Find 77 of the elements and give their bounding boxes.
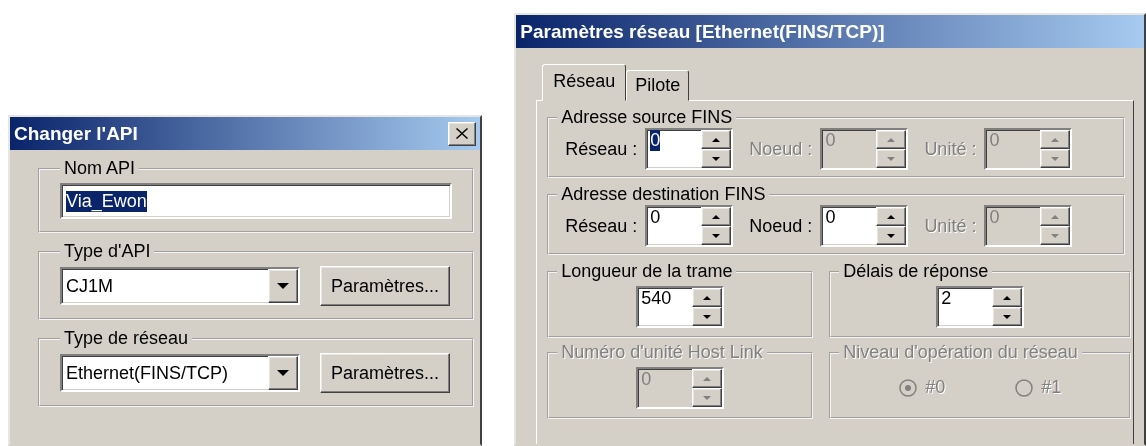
down-arrow-icon <box>1051 156 1060 161</box>
up-arrow-icon <box>703 295 712 300</box>
spin-box[interactable]: 0 <box>820 205 909 247</box>
spin-value: 0 <box>825 130 836 151</box>
spin-box[interactable]: 0 <box>645 205 734 247</box>
radio-label: #1 <box>1041 377 1062 398</box>
down-arrow-icon <box>712 233 721 238</box>
spin-value: 0 <box>989 207 1000 228</box>
down-arrow-icon <box>703 314 712 319</box>
down-arrow-icon <box>887 233 896 238</box>
group-label: Niveau d'opération du réseau <box>842 342 1079 363</box>
tab[interactable]: Réseau <box>542 64 627 101</box>
spin-down-button[interactable] <box>692 307 723 326</box>
caret-icon <box>277 370 289 376</box>
spin-value: 0 <box>989 130 1000 151</box>
up-arrow-icon <box>712 137 721 142</box>
tab[interactable]: Pilote <box>626 70 690 101</box>
window-title: Paramètres réseau [Ethernet(FINS/TCP)] <box>520 20 885 43</box>
close-icon <box>456 128 469 139</box>
group-label: Adresse destination FINS <box>560 184 767 205</box>
field-label: Noeud : <box>749 215 813 237</box>
down-arrow-icon <box>712 156 721 161</box>
dropdown[interactable]: CJ1M <box>60 267 300 305</box>
group-label: Longueur de la trame <box>560 261 734 282</box>
spin-up-button[interactable] <box>692 288 723 307</box>
close-button[interactable] <box>448 121 477 146</box>
up-arrow-icon <box>703 376 712 381</box>
spin-down-button[interactable] <box>876 226 907 245</box>
spin-down-button[interactable] <box>701 149 732 168</box>
group-label: Adresse source FINS <box>560 107 734 128</box>
settings-button[interactable]: Paramètres... <box>320 353 451 393</box>
field-value: Via_Ewon <box>66 190 147 212</box>
field-label: Unité : <box>924 138 977 160</box>
up-arrow-icon <box>887 137 896 142</box>
dropdown-value: Ethernet(FINS/TCP) <box>66 362 229 384</box>
field-label: Réseau : <box>565 215 638 237</box>
up-arrow-icon <box>1003 295 1012 300</box>
down-arrow-icon <box>1003 314 1012 319</box>
field-label: Unité : <box>924 215 977 237</box>
up-arrow-icon <box>1051 214 1060 219</box>
dropdown-button[interactable] <box>268 356 298 390</box>
up-arrow-icon <box>887 214 896 219</box>
spin-up-button[interactable] <box>876 207 907 226</box>
spin-value: 0 <box>650 130 661 151</box>
spin-down-button[interactable] <box>701 226 732 245</box>
field-label: Noeud : <box>749 138 813 160</box>
group-label: Nom API <box>63 158 137 179</box>
field-label: Réseau : <box>565 138 638 160</box>
dropdown-button[interactable] <box>268 269 298 303</box>
spin-up-button[interactable] <box>701 207 732 226</box>
spin-box[interactable]: 2 <box>936 286 1025 328</box>
radio-label: #0 <box>925 377 946 398</box>
spin-value: 0 <box>641 369 652 390</box>
dropdown-value: CJ1M <box>66 275 113 297</box>
spin-box[interactable]: 0 <box>645 128 734 170</box>
group-label: Numéro d'unité Host Link <box>560 342 764 363</box>
group-label: Type de réseau <box>63 328 190 349</box>
spin-value: 0 <box>825 207 836 228</box>
spin-up-button[interactable] <box>701 130 732 149</box>
down-arrow-icon <box>887 156 896 161</box>
down-arrow-icon <box>703 395 712 400</box>
input-field[interactable]: Via_Ewon <box>60 183 452 219</box>
down-arrow-icon <box>1051 233 1060 238</box>
dropdown[interactable]: Ethernet(FINS/TCP) <box>60 354 300 392</box>
up-arrow-icon <box>712 214 721 219</box>
caret-icon <box>277 283 289 289</box>
group-label: Délais de réponse <box>842 261 990 282</box>
window-title: Changer l'API <box>14 122 138 145</box>
up-arrow-icon <box>1051 137 1060 142</box>
spin-value: 540 <box>641 288 672 309</box>
settings-button[interactable]: Paramètres... <box>320 266 451 306</box>
spin-value: 0 <box>650 207 661 228</box>
group-label: Type d'API <box>63 241 152 262</box>
spin-box[interactable]: 540 <box>636 286 725 328</box>
spin-value: 2 <box>941 288 952 309</box>
spin-up-button[interactable] <box>992 288 1023 307</box>
spin-down-button[interactable] <box>992 307 1023 326</box>
